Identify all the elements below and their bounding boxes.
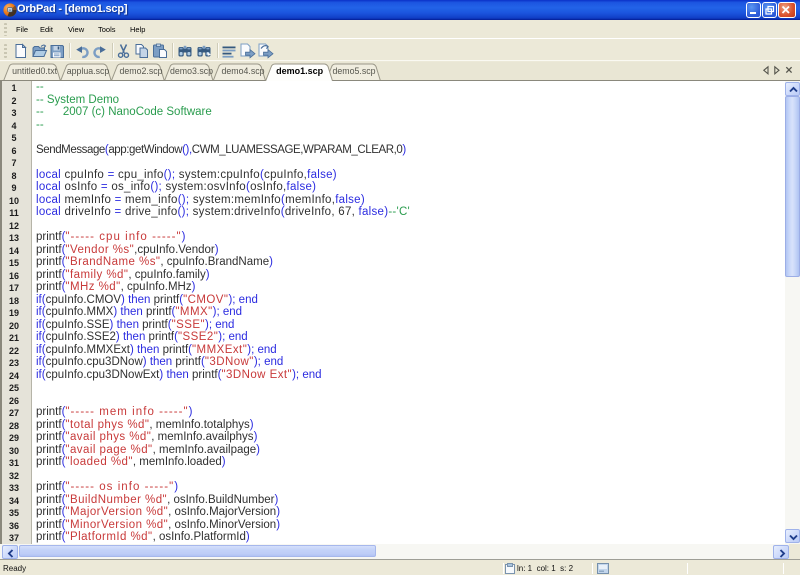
svg-text:untitled0.txt: untitled0.txt <box>12 66 58 76</box>
svg-text:demo5.scp: demo5.scp <box>332 66 375 76</box>
svg-text:demo3.scp: demo3.scp <box>170 66 213 76</box>
svg-text:demo4.scp: demo4.scp <box>221 66 264 76</box>
svg-text:demo2.scp: demo2.scp <box>119 66 162 76</box>
svg-text:demo1.scp: demo1.scp <box>276 66 324 76</box>
svg-text:applua.scp: applua.scp <box>67 66 110 76</box>
